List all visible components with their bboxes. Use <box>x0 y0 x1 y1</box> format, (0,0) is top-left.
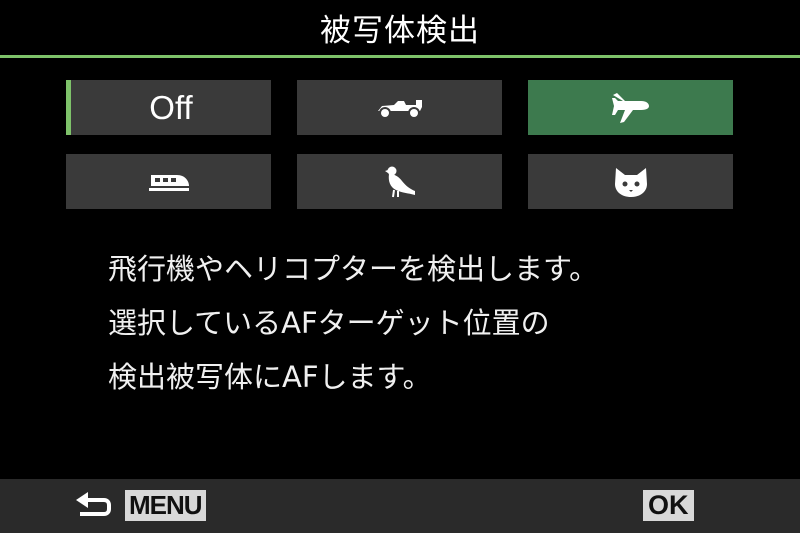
cat-icon <box>613 166 649 198</box>
airplane-icon <box>611 91 651 125</box>
description-line: 検出被写体にAFします。 <box>108 360 432 394</box>
page-title-text: 被写体検出 <box>320 13 480 49</box>
menu-button[interactable]: MENU <box>125 490 206 521</box>
option-off-label: Off <box>149 88 193 126</box>
race-car-icon <box>376 97 424 119</box>
title-divider <box>0 55 800 58</box>
bird-icon <box>382 165 418 199</box>
option-airplane[interactable] <box>528 80 733 135</box>
option-off[interactable]: Off <box>66 80 271 135</box>
option-train[interactable] <box>66 154 271 209</box>
back-arrow-icon[interactable] <box>74 491 112 525</box>
train-icon <box>147 171 191 193</box>
description-line: 選択しているAFターゲット位置の <box>108 306 550 340</box>
option-cat[interactable] <box>528 154 733 209</box>
description-line: 飛行機やヘリコプターを検出します。 <box>108 252 599 286</box>
option-motorsport[interactable] <box>297 80 502 135</box>
ok-button[interactable]: OK <box>643 490 694 521</box>
page-title: 被写体検出 <box>0 0 800 55</box>
description-text: 飛行機やヘリコプターを検出します。 選択しているAFターゲット位置の 検出被写体… <box>108 242 748 404</box>
option-bird[interactable] <box>297 154 502 209</box>
